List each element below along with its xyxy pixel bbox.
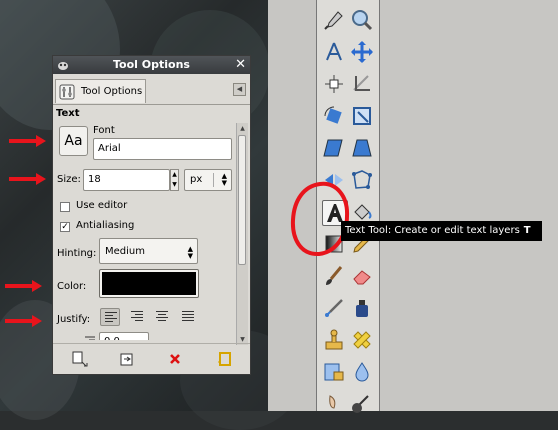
color-label: Color: xyxy=(57,281,87,292)
annotation-arrow-size xyxy=(9,173,46,185)
size-field[interactable]: 18 xyxy=(83,169,170,191)
magnify-icon[interactable] xyxy=(350,8,374,32)
tool-options-icon xyxy=(59,84,75,100)
size-unit-value: px xyxy=(190,174,203,185)
font-label: Font xyxy=(93,125,115,136)
blur-icon[interactable] xyxy=(350,360,374,384)
smudge-icon[interactable] xyxy=(322,392,346,416)
color-swatch xyxy=(102,272,196,295)
annotation-arrow-font xyxy=(9,135,46,147)
dodge-burn-icon[interactable] xyxy=(350,392,374,416)
dialog-titlebar[interactable]: Tool Options ✕ xyxy=(53,56,250,74)
tooltip-accelerator: T xyxy=(523,225,531,236)
airbrush-icon[interactable] xyxy=(322,296,346,320)
align-icon[interactable] xyxy=(322,72,346,96)
move-icon[interactable] xyxy=(350,40,374,64)
restore-options-icon[interactable] xyxy=(118,350,136,368)
hinting-label: Hinting: xyxy=(57,248,97,259)
hinting-select[interactable]: Medium ▲ ▼ xyxy=(99,238,198,264)
unit-chevron-icon: ▲ ▼ xyxy=(221,172,227,187)
clone-icon[interactable] xyxy=(322,328,346,352)
tab-bar: Tool Options ◀ xyxy=(53,76,250,105)
justify-left-button[interactable] xyxy=(100,308,120,326)
dialog-bottom-bar xyxy=(53,343,250,374)
annotation-arrow-justify xyxy=(5,315,42,327)
scroll-thumb[interactable] xyxy=(238,135,246,265)
size-unit-select[interactable]: px ▲ ▼ xyxy=(184,169,232,191)
cage-transform-icon[interactable] xyxy=(350,168,374,192)
justify-fill-button[interactable] xyxy=(178,308,198,326)
tooltip-text: Text Tool: Create or edit text layers xyxy=(345,225,520,236)
text-options-panel: Aa Font Arial Size: 18 ▲ ▼ px ▲ ▼ Use edit… xyxy=(53,120,233,340)
size-spinner[interactable]: ▲ ▼ xyxy=(170,169,179,191)
scroll-up-icon[interactable]: ▲ xyxy=(238,124,247,133)
indent-icon xyxy=(85,336,95,340)
save-options-icon[interactable] xyxy=(71,350,89,368)
text-tool-tooltip: Text Tool: Create or edit text layers T xyxy=(341,221,542,241)
rotate-icon[interactable] xyxy=(322,104,346,128)
tab-menu-button[interactable]: ◀ xyxy=(233,83,246,96)
heal-icon[interactable] xyxy=(350,328,374,352)
crop-icon[interactable] xyxy=(350,72,374,96)
font-field[interactable]: Arial xyxy=(93,138,232,160)
hinting-value: Medium xyxy=(105,246,145,257)
shear-icon[interactable] xyxy=(322,136,346,160)
options-scrollbar[interactable]: ▲ ▼ xyxy=(236,123,248,345)
use-editor-label: Use editor xyxy=(76,200,128,211)
indent-field[interactable]: 0.0 xyxy=(99,332,149,340)
measure-icon[interactable] xyxy=(322,40,346,64)
paintbrush-icon[interactable] xyxy=(322,264,346,288)
delete-options-icon[interactable] xyxy=(166,350,184,368)
eraser-icon[interactable] xyxy=(350,264,374,288)
font-preview-button[interactable]: Aa xyxy=(59,126,88,156)
justify-right-button[interactable] xyxy=(127,308,147,326)
antialiasing-checkbox[interactable]: ✓ xyxy=(60,222,70,232)
ink-icon[interactable] xyxy=(350,296,374,320)
use-editor-checkbox[interactable] xyxy=(60,202,70,212)
justify-center-button[interactable] xyxy=(152,308,172,326)
tab-label: Tool Options xyxy=(81,86,143,97)
annotation-arrow-color xyxy=(5,280,42,292)
tab-tool-options[interactable]: Tool Options xyxy=(55,79,146,103)
justify-label: Justify: xyxy=(57,314,91,325)
annotation-circle xyxy=(290,181,350,257)
scale-icon[interactable] xyxy=(350,104,374,128)
hinting-chevron-icon: ▲ ▼ xyxy=(187,245,193,260)
dialog-title: Tool Options xyxy=(113,58,190,71)
size-label: Size: xyxy=(57,174,81,185)
close-icon[interactable]: ✕ xyxy=(235,57,246,72)
antialiasing-label: Antialiasing xyxy=(76,220,135,231)
color-button[interactable] xyxy=(99,269,199,298)
color-picker-icon[interactable] xyxy=(322,8,346,32)
section-title: Text xyxy=(56,108,80,119)
perspective-icon[interactable] xyxy=(350,136,374,160)
perspective-clone-icon[interactable] xyxy=(322,360,346,384)
tool-options-dialog: Tool Options ✕ Tool Options ◀ Text Aa Fo… xyxy=(52,55,251,375)
reset-options-icon[interactable] xyxy=(215,350,233,368)
